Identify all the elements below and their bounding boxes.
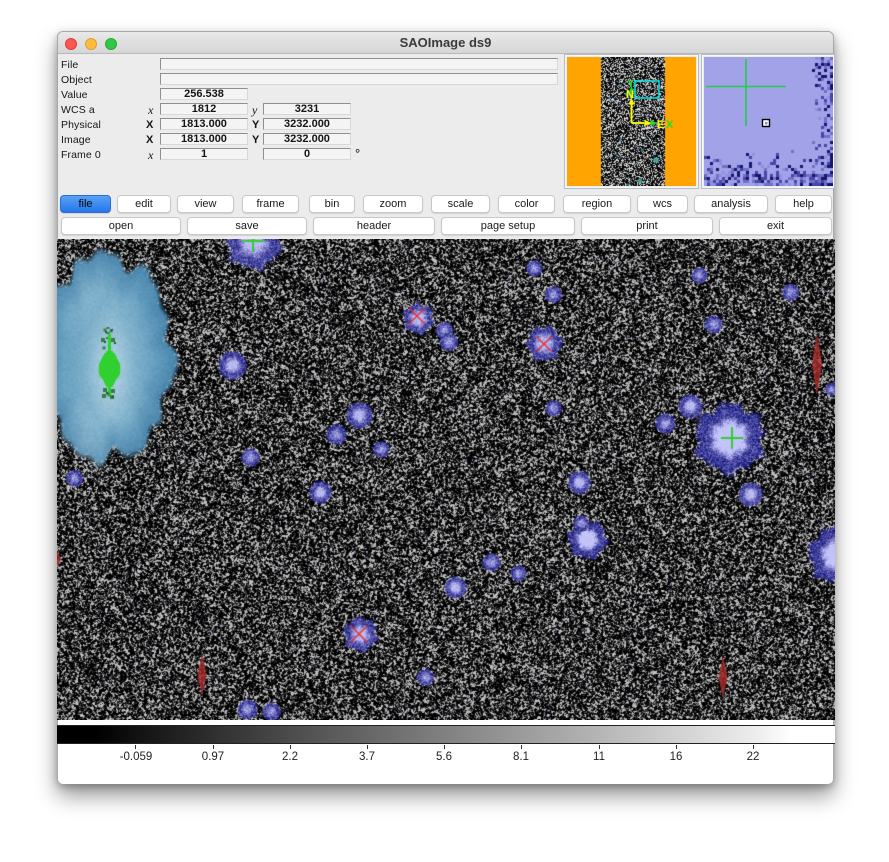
svg-text:N: N <box>626 89 634 101</box>
svg-text:X: X <box>666 119 674 131</box>
svg-text:E: E <box>657 119 664 131</box>
